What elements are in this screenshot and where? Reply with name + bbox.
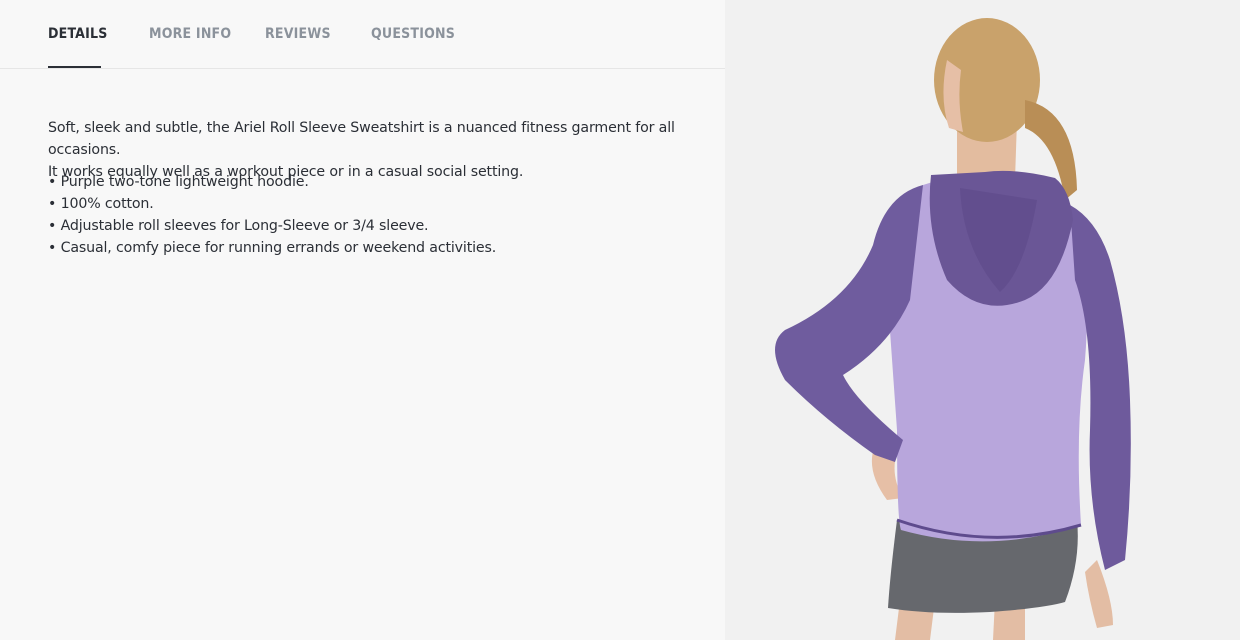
feature-list: • Purple two-tone lightweight hoodie. • … (48, 171, 718, 259)
product-image (725, 0, 1240, 640)
feature-item: • Purple two-tone lightweight hoodie. (48, 174, 309, 190)
feature-item: • Casual, comfy piece for running errand… (48, 240, 497, 256)
product-info-panel: DETAILS MORE INFO REVIEWS QUESTIONS Soft… (0, 0, 725, 640)
tab-bar: DETAILS MORE INFO REVIEWS QUESTIONS (0, 0, 725, 69)
feature-item: • 100% cotton. (48, 196, 154, 212)
tab-details[interactable]: DETAILS (48, 26, 108, 42)
feature-item: • Adjustable roll sleeves for Long-Sleev… (48, 218, 429, 234)
product-photo (725, 0, 1240, 640)
tab-questions[interactable]: QUESTIONS (371, 26, 455, 42)
tab-more-info[interactable]: MORE INFO (149, 26, 231, 42)
tab-reviews[interactable]: REVIEWS (265, 26, 331, 42)
description-line: Soft, sleek and subtle, the Ariel Roll S… (48, 120, 675, 158)
active-tab-indicator (48, 66, 101, 68)
